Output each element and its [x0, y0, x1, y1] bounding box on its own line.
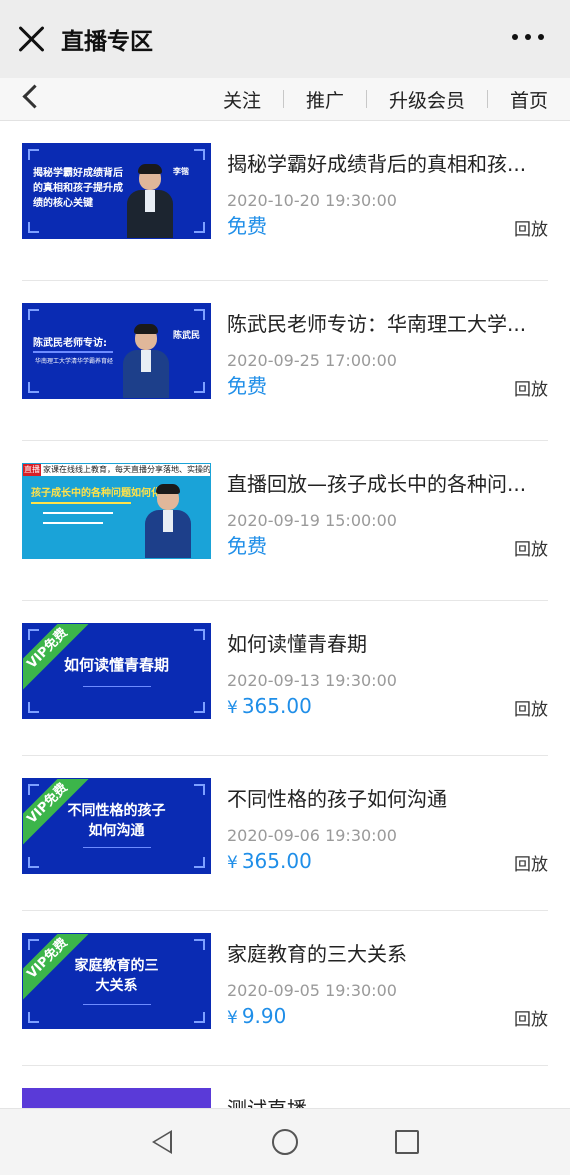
item-date: 2020-09-13 19:30:00	[227, 671, 397, 690]
list-item[interactable]: VIP免费 家庭教育的三 大关系 家庭教育的三大关系 2020-09-05 19…	[0, 911, 570, 1066]
item-price: 免费	[227, 534, 267, 558]
nav-promote[interactable]: 推广	[284, 86, 366, 113]
item-date: 2020-09-25 17:00:00	[227, 351, 397, 370]
thumbnail: 揭秘学霸好成绩背后 的真相和孩子提升成 绩的核心关键 李锴	[22, 143, 211, 239]
live-list: 揭秘学霸好成绩背后 的真相和孩子提升成 绩的核心关键 李锴 揭秘学霸好成绩背后的…	[0, 121, 570, 1150]
replay-button[interactable]: 回放	[514, 850, 548, 875]
item-date: 2020-09-19 15:00:00	[227, 511, 397, 530]
thumbnail: 直播 家课在线线上教育，每天直播分享落地、实操的育儿方法 孩子成长中的各种问题如…	[22, 463, 211, 559]
system-nav-bar	[0, 1108, 570, 1175]
replay-button[interactable]: 回放	[514, 695, 548, 720]
back-triangle-icon[interactable]	[152, 1130, 172, 1154]
item-date: 2020-10-20 19:30:00	[227, 191, 397, 210]
item-price: ¥365.00	[227, 849, 312, 873]
nav-home[interactable]: 首页	[488, 86, 570, 113]
speaker-image	[145, 484, 191, 558]
item-price: ¥9.90	[227, 1004, 287, 1028]
recent-apps-icon[interactable]	[395, 1130, 419, 1154]
replay-button[interactable]: 回放	[514, 1005, 548, 1030]
thumbnail: 陈武民老师专访: 华南理工大学清华学霸养育经 陈武民	[22, 303, 211, 399]
page-title: 直播专区	[61, 29, 153, 55]
item-date: 2020-09-05 19:30:00	[227, 981, 397, 1000]
close-icon[interactable]	[17, 24, 47, 54]
thumbnail: VIP免费 不同性格的孩子 如何沟通	[22, 778, 211, 874]
item-title: 家庭教育的三大关系	[227, 942, 407, 966]
home-circle-icon[interactable]	[272, 1129, 298, 1155]
replay-button[interactable]: 回放	[514, 535, 548, 560]
item-title: 直播回放—孩子成长中的各种问...	[227, 472, 527, 496]
item-price: 免费	[227, 214, 267, 238]
item-price: 免费	[227, 374, 267, 398]
list-item[interactable]: 揭秘学霸好成绩背后 的真相和孩子提升成 绩的核心关键 李锴 揭秘学霸好成绩背后的…	[0, 121, 570, 281]
item-price: ¥365.00	[227, 694, 312, 718]
thumbnail: VIP免费 家庭教育的三 大关系	[22, 933, 211, 1029]
top-bar: 直播专区	[0, 0, 570, 78]
item-title: 不同性格的孩子如何沟通	[227, 787, 447, 811]
list-item[interactable]: 陈武民老师专访: 华南理工大学清华学霸养育经 陈武民 陈武民老师专访：华南理工大…	[0, 281, 570, 441]
list-item[interactable]: VIP免费 不同性格的孩子 如何沟通 不同性格的孩子如何沟通 2020-09-0…	[0, 756, 570, 911]
speaker-image	[123, 324, 169, 398]
replay-button[interactable]: 回放	[514, 375, 548, 400]
nav-follow[interactable]: 关注	[201, 86, 283, 113]
speaker-image	[127, 164, 173, 238]
nav-bar: 关注 推广 升级会员 首页	[0, 78, 570, 121]
more-icon[interactable]	[512, 34, 544, 40]
item-date: 2020-09-06 19:30:00	[227, 826, 397, 845]
list-item[interactable]: 直播 家课在线线上教育，每天直播分享落地、实操的育儿方法 孩子成长中的各种问题如…	[0, 441, 570, 601]
replay-button[interactable]: 回放	[514, 215, 548, 240]
item-title: 揭秘学霸好成绩背后的真相和孩...	[227, 152, 527, 176]
nav-upgrade-member[interactable]: 升级会员	[367, 86, 487, 113]
item-title: 陈武民老师专访：华南理工大学...	[227, 312, 527, 336]
back-icon[interactable]	[22, 84, 47, 109]
thumbnail: VIP免费 如何读懂青春期	[22, 623, 211, 719]
list-item[interactable]: VIP免费 如何读懂青春期 如何读懂青春期 2020-09-13 19:30:0…	[0, 601, 570, 756]
item-title: 如何读懂青春期	[227, 632, 367, 656]
